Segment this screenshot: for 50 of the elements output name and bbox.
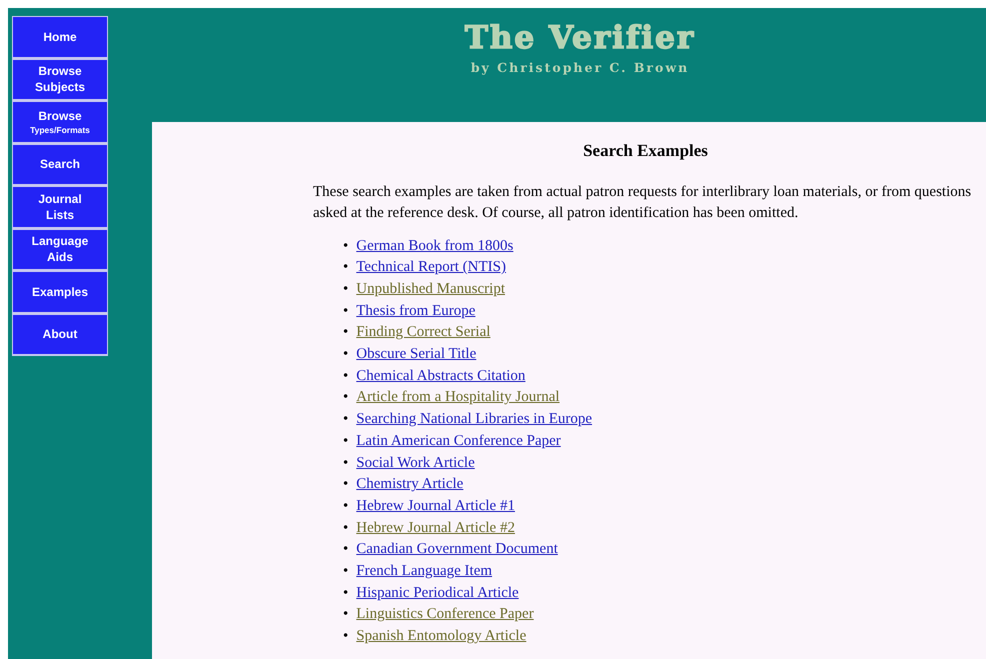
list-bullet: •	[343, 454, 348, 473]
list-bullet: •	[343, 562, 348, 582]
site-title: The Verifier	[464, 19, 696, 58]
example-link[interactable]: Linguistics Conference Paper	[356, 604, 534, 626]
example-link[interactable]: Spanish Entomology Article	[356, 626, 526, 648]
nav-button[interactable]: Browse Subjects	[12, 58, 108, 101]
example-link[interactable]: Latin American Conference Paper	[356, 430, 561, 453]
example-link[interactable]: Obscure Serial Title	[356, 344, 476, 366]
example-link[interactable]: German Book from 1800s	[356, 236, 514, 258]
list-bullet: •	[343, 410, 348, 430]
example-link[interactable]: Thesis from Europe	[356, 300, 476, 322]
list-bullet: •	[343, 258, 348, 278]
list-bullet: •	[343, 540, 348, 560]
list-bullet: •	[343, 475, 348, 494]
example-link[interactable]: Article from a Hospitality Journal	[356, 387, 560, 410]
list-bullet: •	[343, 518, 348, 538]
site-byline: by Christopher C. Brown	[470, 59, 690, 77]
list-bullet: •	[343, 496, 348, 516]
intro-paragraph: These search examples are taken from actual patron requests for interlibrary loan materials, or from questions asked at the reference desk. Of course, all patron identification has been omitted.	[313, 182, 972, 222]
nav-button[interactable]: Language Aids	[12, 228, 108, 271]
example-link[interactable]: Technical Report (NTIS)	[356, 257, 506, 279]
list-bullet: •	[343, 584, 348, 603]
nav-button[interactable]: Browse Types/Formats	[12, 101, 108, 144]
example-link[interactable]: Canadian Government Document	[356, 539, 558, 562]
list-bullet: •	[343, 236, 348, 256]
nav-button[interactable]: About	[12, 314, 108, 356]
list-bullet: •	[343, 280, 348, 299]
list-bullet: •	[343, 345, 348, 364]
example-link[interactable]: Unpublished Manuscript	[356, 278, 505, 301]
example-link[interactable]: Chemistry Article	[356, 474, 464, 496]
list-bullet: •	[343, 302, 348, 321]
page-heading: Search Examples	[582, 140, 709, 162]
nav-button[interactable]: Examples	[12, 271, 108, 314]
example-link[interactable]: Chemical Abstracts Citation	[356, 366, 526, 388]
example-link[interactable]: Hebrew Journal Article #2	[356, 518, 515, 540]
example-link[interactable]: Hispanic Periodical Article	[356, 582, 519, 604]
nav-button[interactable]: Home	[12, 16, 108, 58]
list-bullet: •	[343, 605, 348, 624]
list-bullet: •	[343, 366, 348, 386]
example-link[interactable]: Social Work Article	[356, 452, 475, 474]
example-link[interactable]: Hebrew Journal Article #1	[356, 496, 515, 518]
example-link[interactable]: Searching National Libraries in Europe	[356, 409, 592, 431]
list-bullet: •	[343, 432, 348, 451]
list-bullet: •	[343, 388, 348, 408]
nav-button[interactable]: Search	[12, 144, 108, 186]
example-link[interactable]: French Language Item	[356, 561, 492, 583]
list-bullet: •	[343, 323, 348, 342]
nav-button[interactable]: Journal Lists	[12, 186, 108, 228]
list-bullet: •	[343, 627, 348, 646]
example-link[interactable]: Finding Correct Serial	[356, 322, 490, 344]
